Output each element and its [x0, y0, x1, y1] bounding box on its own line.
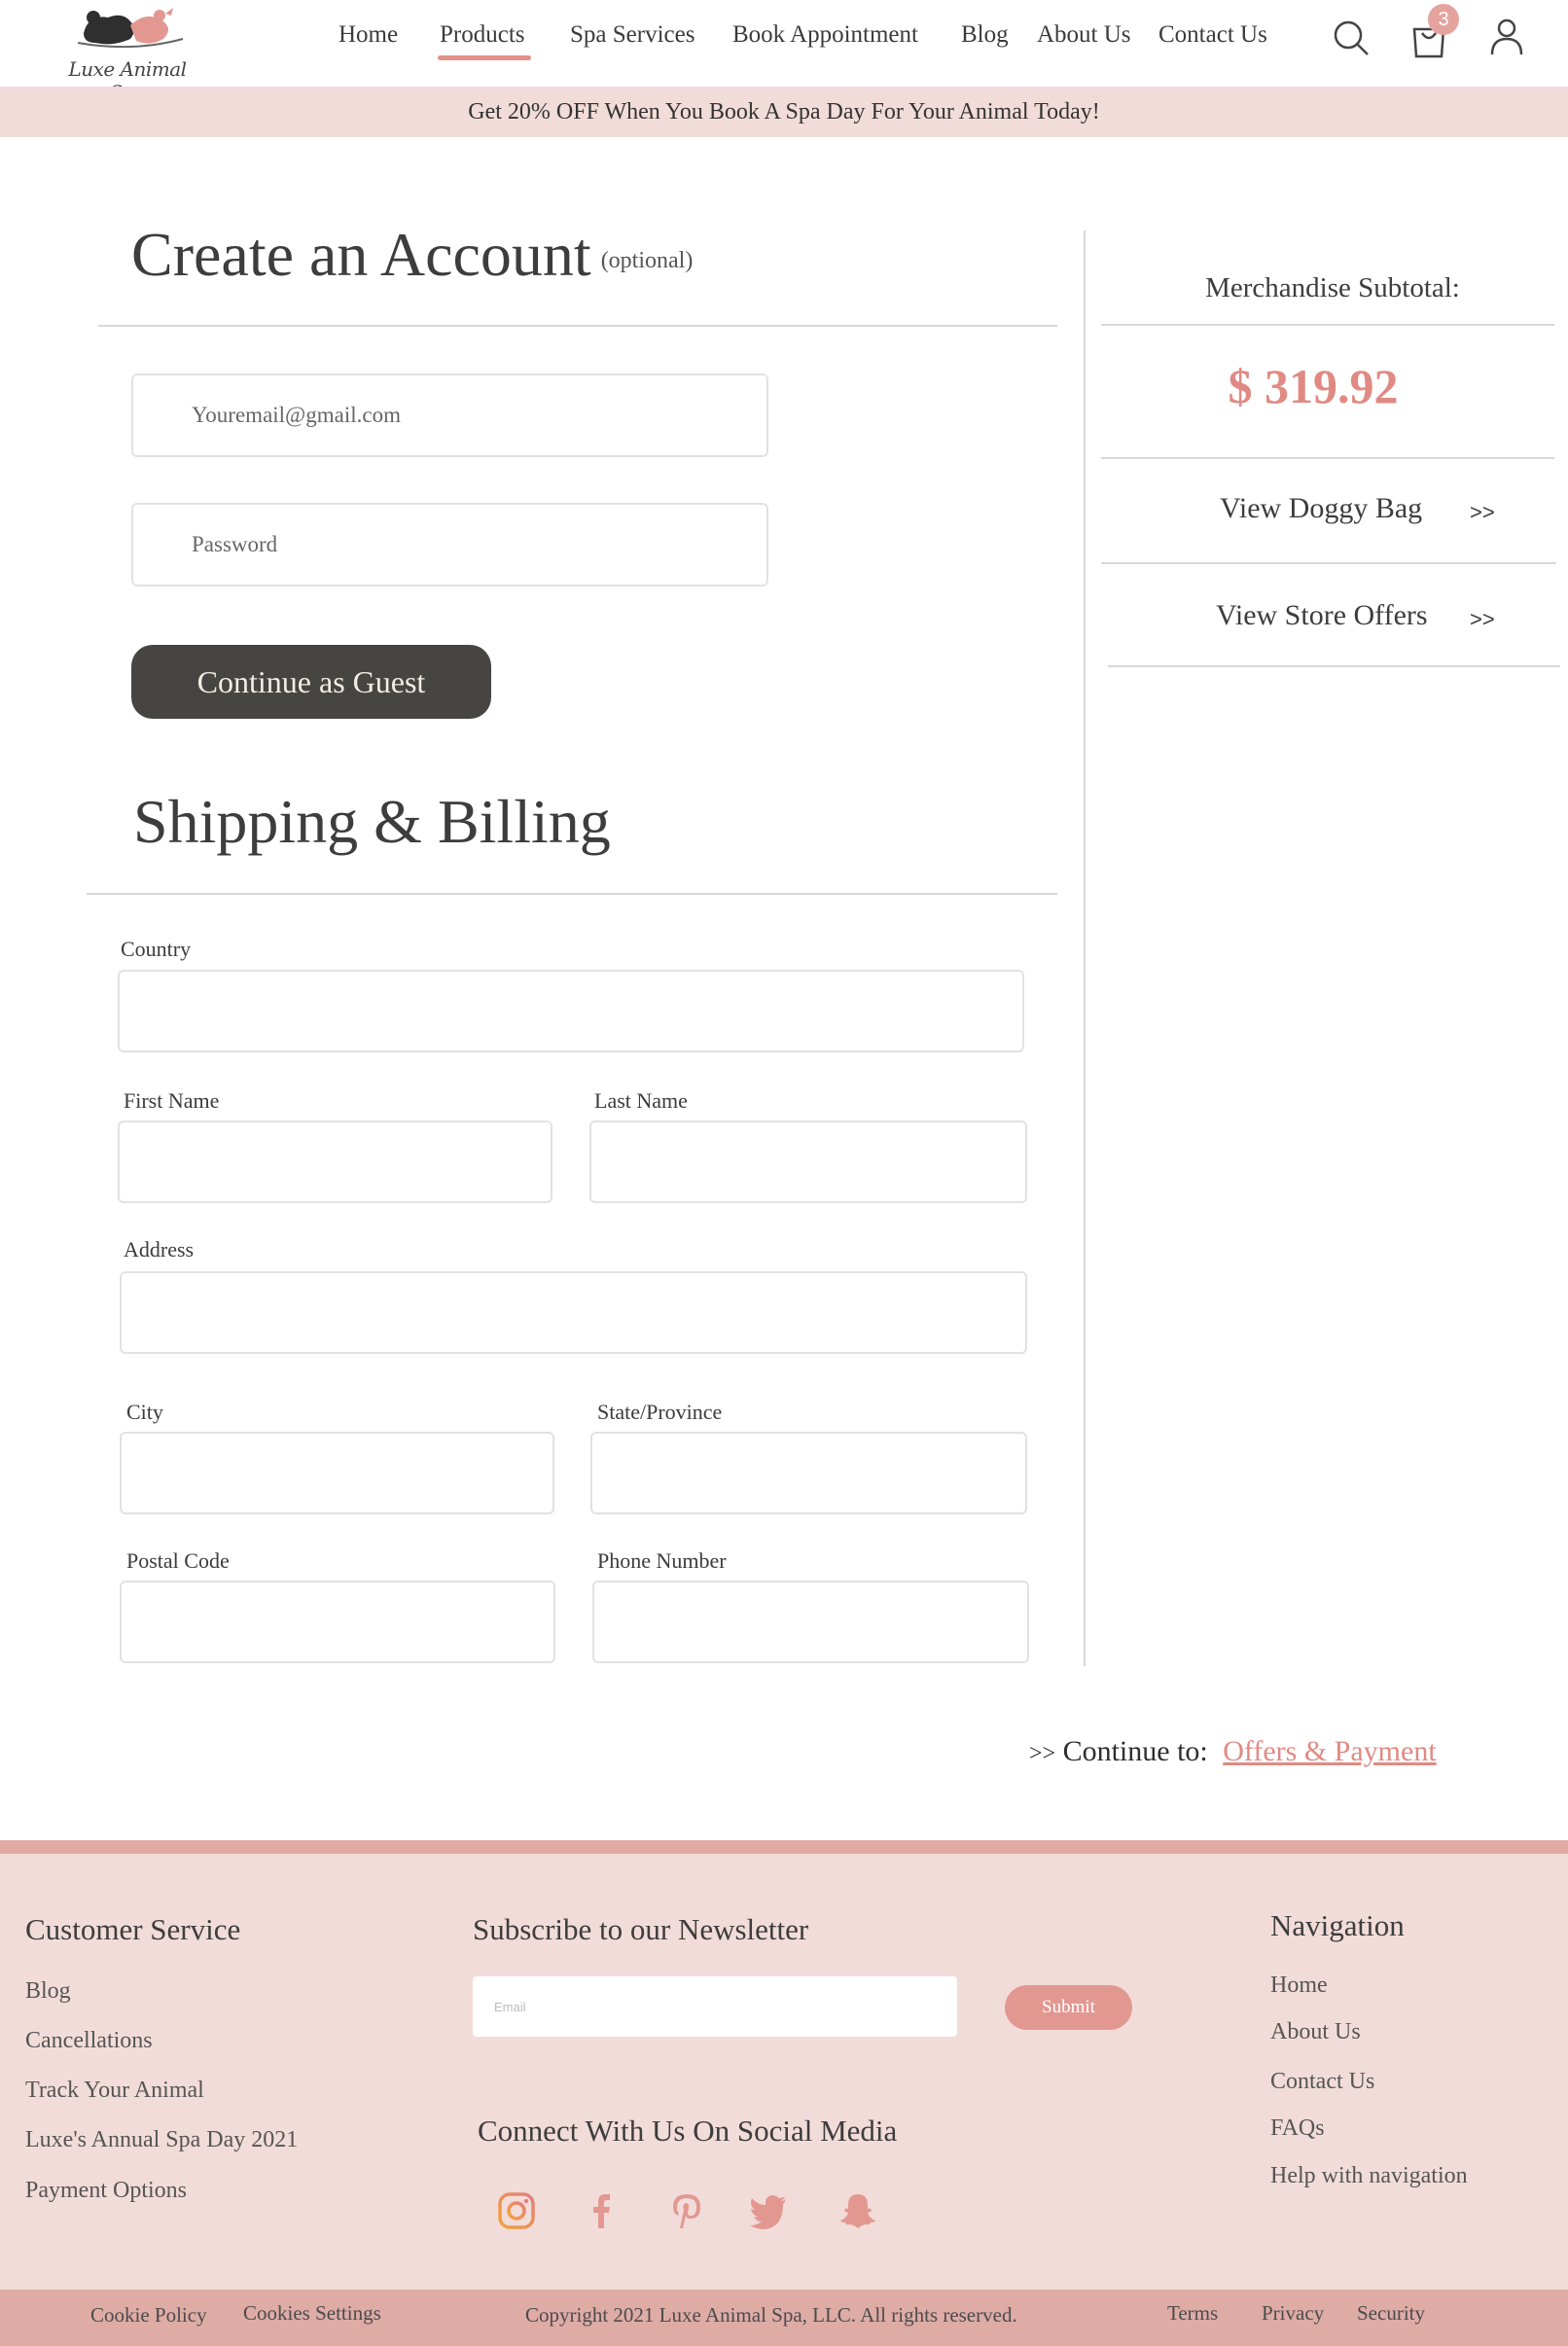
continue-label: Continue to: [1062, 1735, 1208, 1767]
first-name-label: First Name [124, 1088, 220, 1113]
search-icon[interactable] [1333, 19, 1370, 56]
divider [1101, 562, 1556, 564]
subtotal-value: $ 319.92 [1228, 359, 1399, 413]
phone-number-field[interactable] [592, 1581, 1029, 1663]
footer-accent-bar [0, 1840, 1568, 1854]
nav-item-about-us[interactable]: About Us [1037, 21, 1131, 49]
address-label: Address [124, 1237, 195, 1262]
city-field[interactable] [120, 1432, 554, 1514]
navigation-heading: Navigation [1270, 1908, 1405, 1942]
country-field[interactable] [118, 970, 1024, 1052]
city-label: City [126, 1400, 163, 1424]
footer-nav-help[interactable]: Help with navigation [1270, 2163, 1468, 2189]
account-section-title: Create an Account (optional) [131, 219, 693, 291]
first-name-field[interactable] [118, 1120, 552, 1203]
subtotal-label: Merchandise Subtotal: [1205, 272, 1460, 303]
postal-code-label: Postal Code [126, 1548, 230, 1573]
cart-count-badge: 3 [1428, 4, 1459, 35]
country-label: Country [121, 937, 192, 961]
cookie-policy-link[interactable]: Cookie Policy [90, 2303, 207, 2328]
user-icon[interactable] [1488, 18, 1525, 56]
doggy-bag-arrow[interactable]: >> [1470, 500, 1495, 525]
nav-item-contact-us[interactable]: Contact Us [1158, 21, 1267, 49]
newsletter-email-input[interactable]: Email [473, 1976, 957, 2037]
logo-icon [77, 8, 184, 49]
email-input[interactable]: Youremail@gmail.com [131, 373, 768, 457]
email-placeholder: Youremail@gmail.com [192, 403, 401, 427]
instagram-icon[interactable] [497, 2191, 536, 2230]
divider [1101, 457, 1554, 459]
social-heading: Connect With Us On Social Media [478, 2114, 898, 2148]
customer-service-heading: Customer Service [25, 1912, 241, 1946]
footer-link-annual-spa-day[interactable]: Luxe's Annual Spa Day 2021 [25, 2127, 298, 2153]
facebook-icon[interactable] [582, 2191, 621, 2230]
privacy-link[interactable]: Privacy [1262, 2301, 1324, 2326]
postal-code-field[interactable] [120, 1581, 555, 1663]
continue-arrow: >> [1029, 1741, 1056, 1766]
footer-nav-faqs[interactable]: FAQs [1270, 2115, 1325, 2142]
twitter-icon[interactable] [749, 2191, 788, 2230]
nav-item-spa-services[interactable]: Spa Services [570, 21, 695, 49]
pinterest-icon[interactable] [667, 2191, 706, 2230]
brand-logo[interactable]: Luxe Animal Spa [54, 4, 200, 104]
view-store-offers-link[interactable]: View Store Offers [1216, 599, 1428, 632]
snapchat-icon[interactable] [838, 2191, 877, 2230]
footer-link-cancellations[interactable]: Cancellations [25, 2028, 153, 2054]
footer-link-payment-options[interactable]: Payment Options [25, 2178, 187, 2204]
offers-payment-link[interactable]: Offers & Payment [1223, 1735, 1436, 1767]
security-link[interactable]: Security [1357, 2301, 1425, 2326]
footer-link-blog[interactable]: Blog [25, 1978, 71, 2005]
newsletter-placeholder: Email [494, 1999, 526, 2014]
state-label: State/Province [597, 1400, 723, 1424]
store-offers-arrow[interactable]: >> [1470, 607, 1495, 632]
optional-label: (optional) [600, 247, 694, 273]
nav-item-products[interactable]: Products [438, 21, 530, 60]
footer-nav-about-us[interactable]: About Us [1270, 2019, 1361, 2045]
last-name-field[interactable] [589, 1120, 1027, 1203]
footer-nav-home[interactable]: Home [1270, 1973, 1328, 1999]
address-field[interactable] [120, 1271, 1027, 1354]
promo-banner: Get 20% OFF When You Book A Spa Day For … [0, 87, 1568, 137]
newsletter-heading: Subscribe to our Newsletter [473, 1912, 809, 1946]
continue-as-guest-button[interactable]: Continue as Guest [131, 645, 491, 719]
site-header: Luxe Animal Spa Home Products Spa Servic… [0, 0, 1568, 104]
terms-link[interactable]: Terms [1167, 2301, 1218, 2326]
view-doggy-bag-link[interactable]: View Doggy Bag [1220, 492, 1422, 525]
column-divider [1084, 231, 1086, 1666]
newsletter-submit-button[interactable]: Submit [1005, 1985, 1132, 2030]
last-name-label: Last Name [594, 1088, 688, 1113]
copyright-text: Copyright 2021 Luxe Animal Spa, LLC. All… [525, 2303, 1017, 2327]
account-title: Create an Account [131, 220, 591, 289]
nav-item-home[interactable]: Home [339, 21, 398, 49]
nav-item-blog[interactable]: Blog [961, 21, 1009, 49]
footer-link-track-your-animal[interactable]: Track Your Animal [25, 2078, 204, 2104]
shipping-title: Shipping & Billing [133, 787, 611, 856]
continue-prompt: >> Continue to: Offers & Payment [1029, 1735, 1437, 1768]
footer-nav-contact-us[interactable]: Contact Us [1270, 2069, 1374, 2095]
divider [87, 893, 1057, 895]
password-placeholder: Password [192, 532, 278, 556]
divider [1108, 665, 1560, 667]
nav-item-book-appointment[interactable]: Book Appointment [732, 21, 918, 49]
password-input[interactable]: Password [131, 503, 768, 586]
phone-number-label: Phone Number [597, 1548, 727, 1573]
divider [1101, 324, 1554, 326]
state-field[interactable] [590, 1432, 1027, 1514]
divider [98, 325, 1057, 327]
cookie-settings-link[interactable]: Cookies Settings [243, 2301, 381, 2326]
